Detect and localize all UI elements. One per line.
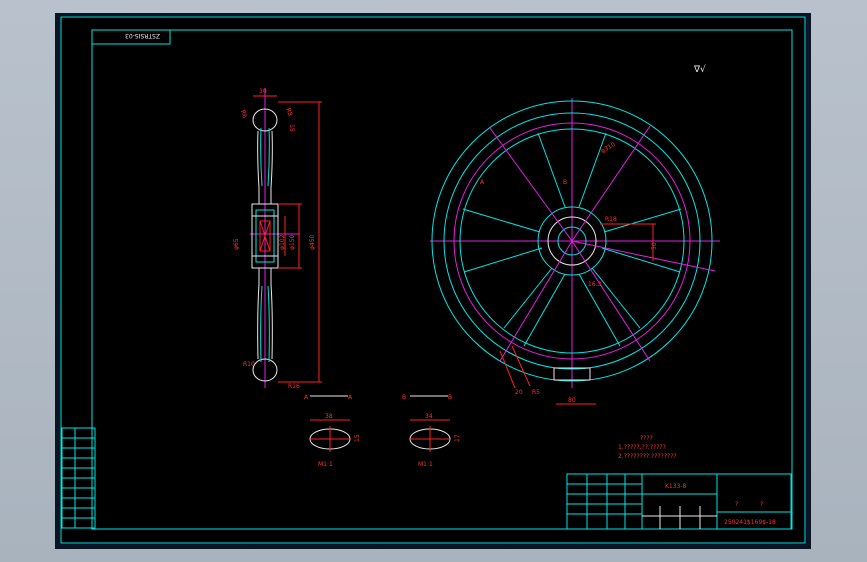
sec-a-h: 15 <box>354 434 361 442</box>
dim-hub-width: 30 <box>259 88 267 95</box>
dim-phi102: φ102 <box>279 234 286 250</box>
dim-tol: 16.3 <box>588 281 602 288</box>
scale-a: M1:1 <box>318 461 333 468</box>
technical-notes: ???? 1.?????,??.????? 2.????????.???????… <box>618 435 677 460</box>
dim-phi20: φ65 <box>233 238 240 250</box>
dim-r6: R6 <box>239 109 248 119</box>
dim-phi450: φ450 <box>309 234 316 250</box>
dim-15: 15 <box>288 124 295 132</box>
notes-title: ???? <box>640 435 653 442</box>
dim-l: 50 <box>651 242 658 250</box>
dim-a: A <box>480 179 485 186</box>
dim-r5: R5 <box>532 389 540 396</box>
sec-a-w: 38 <box>325 413 333 420</box>
notes-line1: 1.?????,??.????? <box>618 444 666 451</box>
inner-border <box>91 29 793 530</box>
dim-b: B <box>563 179 567 186</box>
title-q2: ? <box>760 501 763 508</box>
scale-b: M1:1 <box>418 461 433 468</box>
title-code: K133-8 <box>665 483 687 490</box>
title-q1: ? <box>735 501 738 508</box>
section-b-view: 34 17 M1:1 <box>409 413 461 468</box>
section-a-right: A <box>348 394 353 401</box>
sec-b-h: 17 <box>454 434 461 442</box>
roughness-symbol: ∇√ <box>693 64 706 75</box>
section-b-right: B <box>448 394 452 401</box>
front-view <box>430 98 720 388</box>
dim-r8: R8 <box>284 107 293 117</box>
dim-80: 80 <box>568 397 576 404</box>
section-a-left: A <box>304 394 309 401</box>
sec-b-w: 34 <box>425 413 433 420</box>
section-markers: A A B B <box>304 394 452 401</box>
dim-phi150: φ150 <box>289 234 296 250</box>
dim-r16: R16 <box>288 383 300 390</box>
dim-20: 20 <box>515 389 523 396</box>
dim-r18: R18 <box>605 216 617 223</box>
revision-table <box>61 427 96 529</box>
part-code: 250241$169$-18 <box>724 519 776 526</box>
drawing-canvas[interactable]: ZSTRSIS-03 ∇√ 30 R6 R8 15 φ450 φ150 φ102… <box>60 16 806 544</box>
title-block: K133-8 ? ? 250241$169$-18 <box>566 473 792 530</box>
section-b-left: B <box>402 394 406 401</box>
dim-r10: R10 <box>243 361 255 368</box>
notes-line2: 2.????????.???????? <box>618 453 677 460</box>
section-a-view: 38 15 M1:1 <box>309 413 361 468</box>
rotated-code: ZSTRSIS-03 <box>125 32 160 39</box>
